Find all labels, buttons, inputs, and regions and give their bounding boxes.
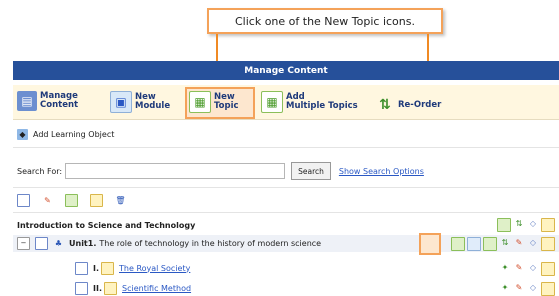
tag-icon[interactable]: ◇ (527, 237, 539, 249)
page-icon[interactable] (541, 262, 555, 276)
tag-icon[interactable]: ◇ (527, 262, 539, 274)
gear-icon[interactable]: ✦ (499, 262, 511, 274)
reorder-button[interactable]: ⇅ Re-Order (375, 95, 441, 115)
search-button[interactable]: Search (291, 162, 331, 180)
search-label: Search For: (17, 166, 63, 176)
gear-icon[interactable]: ✦ (499, 282, 511, 294)
paste-icon[interactable] (90, 193, 103, 207)
new-topic-icon: ▦ (189, 91, 211, 113)
search-input[interactable] (65, 163, 286, 179)
topic-icon (104, 281, 117, 295)
new-module-icon[interactable] (467, 237, 481, 251)
copy-icon[interactable] (65, 193, 78, 207)
topic-actions: ✦ ✎ ◇ (499, 262, 555, 276)
separator (13, 147, 559, 148)
reorder-icon[interactable]: ⇅ (499, 237, 511, 249)
topic-number: II. (93, 283, 102, 293)
page-icon[interactable] (541, 282, 555, 296)
delete-icon[interactable]: 🗑 (115, 195, 126, 206)
unit-prefix: Unit1. (69, 239, 97, 248)
search-row: Search For: Search Show Search Options (13, 162, 559, 180)
topic-row: I. The Royal Society (13, 261, 559, 275)
panel-title: Manage Content (13, 61, 559, 80)
edit-icon[interactable]: ✎ (513, 262, 525, 274)
page-icon[interactable] (541, 237, 555, 251)
manage-content-panel: Manage Content ▤ Manage Content ▣ New Modu… (13, 61, 559, 296)
add-learning-object-icon: ◆ (17, 128, 28, 140)
topic-row: II. Scientific Method (13, 281, 559, 295)
module-icon: ♣ (54, 239, 63, 248)
unit-title: The role of technology in the history of… (99, 239, 322, 248)
instruction-text: Click one of the New Topic icons. (234, 14, 415, 28)
show-search-options-link[interactable]: Show Search Options (339, 167, 424, 176)
add-learning-object-row[interactable]: ◆ Add Learning Object (13, 125, 559, 143)
unit-actions: ⇅ ✎ ◇ (451, 237, 555, 251)
course-title: Introduction to Science and Technology (17, 220, 196, 230)
tag-icon[interactable]: ◇ (527, 218, 539, 230)
topic-checkbox[interactable] (75, 261, 88, 275)
separator (13, 187, 559, 188)
expand-icon[interactable]: − (17, 237, 30, 250)
edit-icon[interactable]: ✎ (513, 237, 525, 249)
tag-icon[interactable]: ◇ (527, 282, 539, 294)
topic-link[interactable]: Scientific Method (122, 284, 191, 293)
topic-actions: ✦ ✎ ◇ (499, 282, 555, 296)
topic-link[interactable]: The Royal Society (119, 264, 190, 273)
course-title-row: Introduction to Science and Technology (13, 218, 559, 232)
topic-icon (101, 261, 115, 275)
toolbar: ▤ Manage Content ▣ New Module ▦ New Topic ▦… (13, 85, 559, 120)
separator (13, 212, 559, 213)
new-module-icon: ▣ (110, 91, 132, 113)
unit-new-topic-highlight (419, 233, 441, 255)
add-multiple-topics-icon[interactable] (483, 237, 497, 251)
instruction-callout: Click one of the New Topic icons. (207, 8, 443, 34)
checkbox-icon[interactable] (17, 193, 30, 207)
page-icon[interactable] (541, 218, 555, 232)
edit-icon[interactable]: ✎ (513, 282, 525, 294)
topic-number: I. (93, 263, 100, 273)
course-actions: ⇅ ◇ (497, 218, 555, 232)
new-topic-icon[interactable] (497, 218, 511, 232)
add-multiple-topics-icon: ▦ (261, 91, 283, 113)
new-topic-icon[interactable] (451, 237, 465, 251)
new-topic-button[interactable]: ▦ New Topic (189, 91, 239, 113)
new-module-button[interactable]: ▣ New Module (110, 91, 170, 113)
move-icon[interactable]: ✎ (42, 195, 53, 206)
topic-checkbox[interactable] (75, 281, 88, 295)
manage-content-icon: ▤ (17, 91, 37, 111)
reorder-icon: ⇅ (379, 96, 391, 113)
manage-content-button[interactable]: ▤ Manage Content (17, 91, 78, 111)
reorder-icon[interactable]: ⇅ (513, 218, 525, 230)
unit-checkbox[interactable] (35, 237, 48, 250)
action-icons-row: ✎ 🗑 (13, 192, 559, 208)
add-multiple-topics-button[interactable]: ▦ Add Multiple Topics (261, 91, 358, 113)
